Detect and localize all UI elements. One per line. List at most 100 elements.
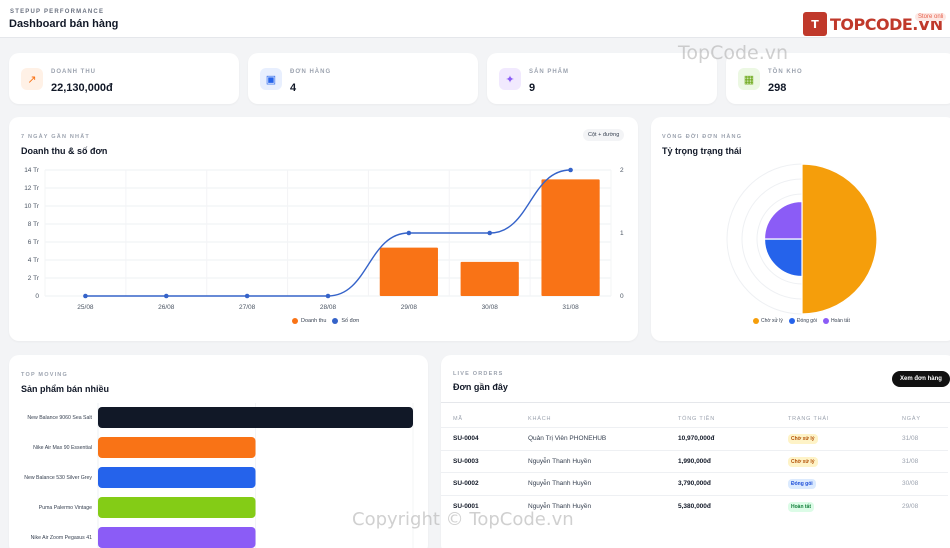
kpi-label: SẢN PHẨM [529, 69, 570, 75]
orders-point [163, 293, 169, 299]
kpi-value: 4 [290, 82, 297, 94]
column-header-date: NGÀY [902, 416, 921, 422]
boxes-icon: ▦ [738, 68, 760, 90]
order-code: SU-0004 [453, 435, 479, 442]
x-tick-label: 31/08 [562, 304, 579, 311]
column-header-code: MÃ [453, 416, 463, 422]
chart-legend: Doanh thu Số đơn [292, 318, 359, 324]
order-date: 31/08 [902, 458, 919, 465]
table-row[interactable]: SU-0003 Nguyễn Thanh Huyền 1,990,000đ Ch… [441, 450, 948, 472]
x-tick-label: 26/08 [158, 304, 175, 311]
logo-mark: T [803, 12, 827, 36]
legend-label-packing: Đóng gói [796, 318, 817, 324]
y-tick-label: 14 Tr [24, 167, 40, 174]
revenue-chart: 0 2 Tr 4 Tr 6 Tr 8 Tr 10 Tr 12 Tr 14 Tr 0 1 2 25/08… [24, 167, 624, 311]
orders-point [406, 230, 412, 236]
y-tick-label: 12 Tr [24, 185, 40, 192]
x-tick-label: 29/08 [401, 304, 418, 311]
legend-label-revenue: Doanh thu [301, 318, 327, 324]
legend-swatch-revenue [292, 318, 298, 324]
shopping-bag-icon: ▣ [260, 68, 282, 90]
revenue-chart-panel: 7 NGÀY GẦN NHẤT Doanh thu & số đơn Cột +… [9, 117, 638, 341]
order-code: SU-0003 [453, 458, 479, 465]
kpi-value: 298 [768, 82, 787, 94]
watermark-top: TopCode.vn [678, 42, 789, 64]
x-tick-label: 30/08 [482, 304, 499, 311]
y2-tick-label: 0 [620, 293, 624, 300]
page-title: Dashboard bán hàng [9, 18, 119, 30]
order-total: 1,990,000đ [678, 458, 711, 465]
product-bar [98, 467, 256, 488]
product-bar [98, 407, 413, 428]
trend-up-icon: ↗ [21, 68, 43, 90]
status-badge: Hoàn tất [788, 502, 814, 512]
legend-label-orders: Số đơn [341, 318, 360, 324]
product-bar [98, 497, 256, 518]
divider [441, 402, 950, 403]
revenue-bar [541, 179, 600, 296]
order-date: 30/08 [902, 480, 919, 487]
revenue-bar [379, 247, 438, 296]
product-label: New Balance 530 Silver Grey [24, 475, 92, 481]
kpi-value: 9 [529, 82, 536, 94]
y-tick-label: 8 Tr [28, 221, 40, 228]
order-total: 3,790,000đ [678, 480, 711, 487]
kpi-card-orders: ▣ ĐƠN HÀNG 4 [248, 53, 478, 104]
table-row[interactable]: SU-0004 Quản Trị Viên PHONEHUB 10,970,00… [441, 427, 948, 449]
product-label: Nike Air Zoom Pegasus 41 [31, 535, 93, 541]
product-label: New Balance 9060 Sea Salt [27, 415, 92, 421]
order-date: 31/08 [902, 435, 919, 442]
section-kicker: LIVE ORDERS [453, 371, 504, 377]
column-header-status: TRẠNG THÁI [788, 416, 830, 422]
table-row[interactable]: SU-0002 Nguyễn Thanh Huyền 3,790,000đ Đó… [441, 472, 948, 494]
legend-swatch-orders [332, 318, 339, 324]
orders-point [487, 230, 493, 236]
legend-label-pending: Chờ xử lý [761, 318, 783, 324]
orders-point [83, 293, 88, 299]
section-title: Đơn gần đây [453, 382, 508, 392]
y-tick-label: 6 Tr [28, 239, 40, 246]
status-badge: Đóng gói [788, 479, 816, 489]
column-header-total: TỔNG TIỀN [678, 416, 716, 422]
order-total: 5,380,000đ [678, 503, 711, 510]
product-bar [98, 527, 256, 548]
legend-label-done: Hoàn tất [830, 318, 850, 324]
product-label: Puma Palermo Vintage [39, 505, 92, 511]
order-customer: Nguyễn Thanh Huyền [528, 480, 592, 487]
x-tick-label: 28/08 [320, 304, 337, 311]
top-bar: STEPUP PERFORMANCE Dashboard bán hàng T … [0, 0, 950, 38]
status-polar-chart [726, 163, 878, 315]
store-online-badge: Store onli [915, 13, 947, 21]
order-date: 29/08 [902, 503, 919, 510]
product-label: Nike Air Max 90 Essential [33, 445, 92, 451]
kpi-label: TỒN KHO [768, 69, 803, 75]
kpi-label: ĐƠN HÀNG [290, 69, 332, 75]
kpi-value: 22,130,000đ [51, 82, 113, 94]
product-bar [98, 437, 256, 458]
status-badge: Chờ xử lý [788, 434, 818, 444]
shoe-icon: ✦ [499, 68, 521, 90]
status-chart-panel: VÒNG ĐỜI ĐƠN HÀNG Tỷ trọng trạng thái Ch… [651, 117, 950, 341]
y-tick-label: 10 Tr [24, 203, 40, 210]
status-badge: Chờ xử lý [788, 457, 818, 467]
legend-swatch-pending [753, 318, 759, 324]
column-header-customer: KHÁCH [528, 416, 552, 422]
y2-tick-label: 1 [620, 230, 624, 237]
y-tick-label: 2 Tr [28, 275, 40, 282]
view-orders-button[interactable]: Xem đơn hàng [892, 371, 950, 387]
kpi-card-revenue: ↗ DOANH THU 22,130,000đ [9, 53, 239, 104]
kpi-label: DOANH THU [51, 69, 96, 75]
revenue-bar [460, 261, 519, 296]
order-customer: Quản Trị Viên PHONEHUB [528, 435, 607, 442]
order-customer: Nguyễn Thanh Huyền [528, 458, 592, 465]
orders-point [325, 293, 331, 299]
status-legend: Chờ xử lý Đóng gói Hoàn tất [753, 318, 850, 324]
status-slice [801, 163, 878, 315]
y2-tick-label: 2 [620, 167, 624, 174]
x-tick-label: 27/08 [239, 304, 256, 311]
y-tick-label: 4 Tr [28, 257, 40, 264]
legend-swatch-packing [788, 318, 795, 324]
watermark-bottom: Copyright © TopCode.vn [352, 509, 574, 530]
orders-point [568, 167, 573, 173]
x-tick-label: 25/08 [77, 304, 94, 311]
